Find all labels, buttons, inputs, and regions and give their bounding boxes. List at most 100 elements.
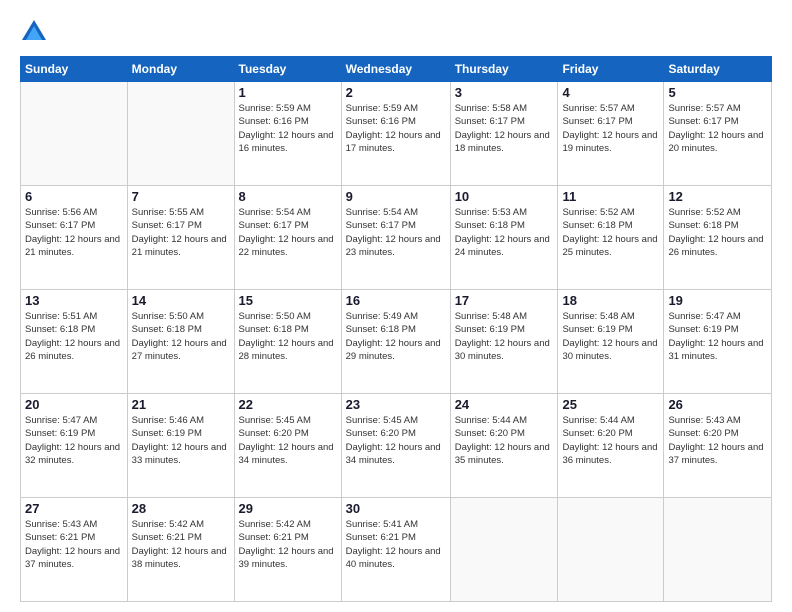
day-info: Sunrise: 5:51 AM Sunset: 6:18 PM Dayligh…: [25, 310, 123, 363]
day-number: 29: [239, 501, 337, 516]
day-number: 19: [668, 293, 767, 308]
calendar-cell: 10 Sunrise: 5:53 AM Sunset: 6:18 PM Dayli…: [450, 186, 558, 290]
calendar-cell: 30 Sunrise: 5:41 AM Sunset: 6:21 PM Dayli…: [341, 498, 450, 602]
day-number: 12: [668, 189, 767, 204]
day-number: 25: [562, 397, 659, 412]
day-number: 1: [239, 85, 337, 100]
day-number: 28: [132, 501, 230, 516]
calendar-week-4: 27 Sunrise: 5:43 AM Sunset: 6:21 PM Dayli…: [21, 498, 772, 602]
day-number: 2: [346, 85, 446, 100]
day-info: Sunrise: 5:48 AM Sunset: 6:19 PM Dayligh…: [562, 310, 659, 363]
calendar-cell: [127, 82, 234, 186]
day-info: Sunrise: 5:45 AM Sunset: 6:20 PM Dayligh…: [239, 414, 337, 467]
day-number: 13: [25, 293, 123, 308]
day-info: Sunrise: 5:54 AM Sunset: 6:17 PM Dayligh…: [346, 206, 446, 259]
day-info: Sunrise: 5:49 AM Sunset: 6:18 PM Dayligh…: [346, 310, 446, 363]
day-info: Sunrise: 5:44 AM Sunset: 6:20 PM Dayligh…: [562, 414, 659, 467]
day-number: 27: [25, 501, 123, 516]
weekday-header-saturday: Saturday: [664, 57, 772, 82]
calendar-cell: 6 Sunrise: 5:56 AM Sunset: 6:17 PM Daylig…: [21, 186, 128, 290]
logo-icon: [20, 18, 48, 46]
day-info: Sunrise: 5:55 AM Sunset: 6:17 PM Dayligh…: [132, 206, 230, 259]
calendar-cell: 26 Sunrise: 5:43 AM Sunset: 6:20 PM Dayli…: [664, 394, 772, 498]
day-info: Sunrise: 5:59 AM Sunset: 6:16 PM Dayligh…: [239, 102, 337, 155]
calendar-cell: 22 Sunrise: 5:45 AM Sunset: 6:20 PM Dayli…: [234, 394, 341, 498]
day-number: 8: [239, 189, 337, 204]
weekday-header-friday: Friday: [558, 57, 664, 82]
calendar-cell: 21Sunrise: 5:46 AM Sunset: 6:19 PM Dayli…: [127, 394, 234, 498]
day-number: 15: [239, 293, 337, 308]
day-info: Sunrise: 5:47 AM Sunset: 6:19 PM Dayligh…: [25, 414, 123, 467]
day-info: Sunrise: 5:44 AM Sunset: 6:20 PM Dayligh…: [455, 414, 554, 467]
calendar-cell: 8 Sunrise: 5:54 AM Sunset: 6:17 PM Daylig…: [234, 186, 341, 290]
weekday-header-wednesday: Wednesday: [341, 57, 450, 82]
calendar-cell: [450, 498, 558, 602]
weekday-header-thursday: Thursday: [450, 57, 558, 82]
day-number: 17: [455, 293, 554, 308]
calendar-cell: 5 Sunrise: 5:57 AM Sunset: 6:17 PM Daylig…: [664, 82, 772, 186]
calendar-cell: 23Sunrise: 5:45 AM Sunset: 6:20 PM Dayli…: [341, 394, 450, 498]
calendar-cell: 14Sunrise: 5:50 AM Sunset: 6:18 PM Dayli…: [127, 290, 234, 394]
day-info: Sunrise: 5:57 AM Sunset: 6:17 PM Dayligh…: [668, 102, 767, 155]
day-info: Sunrise: 5:50 AM Sunset: 6:18 PM Dayligh…: [132, 310, 230, 363]
calendar-cell: 29 Sunrise: 5:42 AM Sunset: 6:21 PM Dayli…: [234, 498, 341, 602]
calendar-cell: 16 Sunrise: 5:49 AM Sunset: 6:18 PM Dayli…: [341, 290, 450, 394]
day-info: Sunrise: 5:48 AM Sunset: 6:19 PM Dayligh…: [455, 310, 554, 363]
weekday-header-tuesday: Tuesday: [234, 57, 341, 82]
day-number: 4: [562, 85, 659, 100]
day-number: 11: [562, 189, 659, 204]
day-info: Sunrise: 5:50 AM Sunset: 6:18 PM Dayligh…: [239, 310, 337, 363]
calendar-cell: 20Sunrise: 5:47 AM Sunset: 6:19 PM Dayli…: [21, 394, 128, 498]
calendar-cell: 17 Sunrise: 5:48 AM Sunset: 6:19 PM Dayli…: [450, 290, 558, 394]
calendar-cell: 13 Sunrise: 5:51 AM Sunset: 6:18 PM Dayli…: [21, 290, 128, 394]
calendar: SundayMondayTuesdayWednesdayThursdayFrid…: [20, 56, 772, 602]
day-number: 23: [346, 397, 446, 412]
day-number: 3: [455, 85, 554, 100]
day-info: Sunrise: 5:43 AM Sunset: 6:21 PM Dayligh…: [25, 518, 123, 571]
day-info: Sunrise: 5:59 AM Sunset: 6:16 PM Dayligh…: [346, 102, 446, 155]
calendar-cell: 24 Sunrise: 5:44 AM Sunset: 6:20 PM Dayli…: [450, 394, 558, 498]
weekday-header-sunday: Sunday: [21, 57, 128, 82]
day-number: 6: [25, 189, 123, 204]
day-number: 30: [346, 501, 446, 516]
day-info: Sunrise: 5:42 AM Sunset: 6:21 PM Dayligh…: [239, 518, 337, 571]
day-number: 5: [668, 85, 767, 100]
weekday-header-monday: Monday: [127, 57, 234, 82]
day-info: Sunrise: 5:52 AM Sunset: 6:18 PM Dayligh…: [668, 206, 767, 259]
day-number: 18: [562, 293, 659, 308]
calendar-cell: 19 Sunrise: 5:47 AM Sunset: 6:19 PM Dayli…: [664, 290, 772, 394]
day-info: Sunrise: 5:56 AM Sunset: 6:17 PM Dayligh…: [25, 206, 123, 259]
day-info: Sunrise: 5:54 AM Sunset: 6:17 PM Dayligh…: [239, 206, 337, 259]
calendar-cell: 12 Sunrise: 5:52 AM Sunset: 6:18 PM Dayli…: [664, 186, 772, 290]
calendar-week-3: 20Sunrise: 5:47 AM Sunset: 6:19 PM Dayli…: [21, 394, 772, 498]
day-number: 26: [668, 397, 767, 412]
calendar-cell: 3Sunrise: 5:58 AM Sunset: 6:17 PM Daylig…: [450, 82, 558, 186]
day-number: 10: [455, 189, 554, 204]
day-info: Sunrise: 5:47 AM Sunset: 6:19 PM Dayligh…: [668, 310, 767, 363]
day-number: 22: [239, 397, 337, 412]
day-number: 24: [455, 397, 554, 412]
day-info: Sunrise: 5:53 AM Sunset: 6:18 PM Dayligh…: [455, 206, 554, 259]
calendar-week-1: 6 Sunrise: 5:56 AM Sunset: 6:17 PM Daylig…: [21, 186, 772, 290]
day-info: Sunrise: 5:43 AM Sunset: 6:20 PM Dayligh…: [668, 414, 767, 467]
calendar-cell: [664, 498, 772, 602]
calendar-cell: 4 Sunrise: 5:57 AM Sunset: 6:17 PM Daylig…: [558, 82, 664, 186]
weekday-header-row: SundayMondayTuesdayWednesdayThursdayFrid…: [21, 57, 772, 82]
day-info: Sunrise: 5:52 AM Sunset: 6:18 PM Dayligh…: [562, 206, 659, 259]
day-info: Sunrise: 5:41 AM Sunset: 6:21 PM Dayligh…: [346, 518, 446, 571]
day-number: 16: [346, 293, 446, 308]
day-info: Sunrise: 5:57 AM Sunset: 6:17 PM Dayligh…: [562, 102, 659, 155]
calendar-cell: 15 Sunrise: 5:50 AM Sunset: 6:18 PM Dayli…: [234, 290, 341, 394]
calendar-cell: 25 Sunrise: 5:44 AM Sunset: 6:20 PM Dayli…: [558, 394, 664, 498]
calendar-cell: [558, 498, 664, 602]
calendar-cell: 1 Sunrise: 5:59 AM Sunset: 6:16 PM Daylig…: [234, 82, 341, 186]
calendar-cell: 9 Sunrise: 5:54 AM Sunset: 6:17 PM Daylig…: [341, 186, 450, 290]
day-number: 9: [346, 189, 446, 204]
logo: [20, 18, 52, 46]
calendar-cell: [21, 82, 128, 186]
calendar-cell: 27 Sunrise: 5:43 AM Sunset: 6:21 PM Dayli…: [21, 498, 128, 602]
calendar-week-2: 13 Sunrise: 5:51 AM Sunset: 6:18 PM Dayli…: [21, 290, 772, 394]
calendar-cell: 11 Sunrise: 5:52 AM Sunset: 6:18 PM Dayli…: [558, 186, 664, 290]
calendar-cell: 2 Sunrise: 5:59 AM Sunset: 6:16 PM Daylig…: [341, 82, 450, 186]
day-number: 7: [132, 189, 230, 204]
